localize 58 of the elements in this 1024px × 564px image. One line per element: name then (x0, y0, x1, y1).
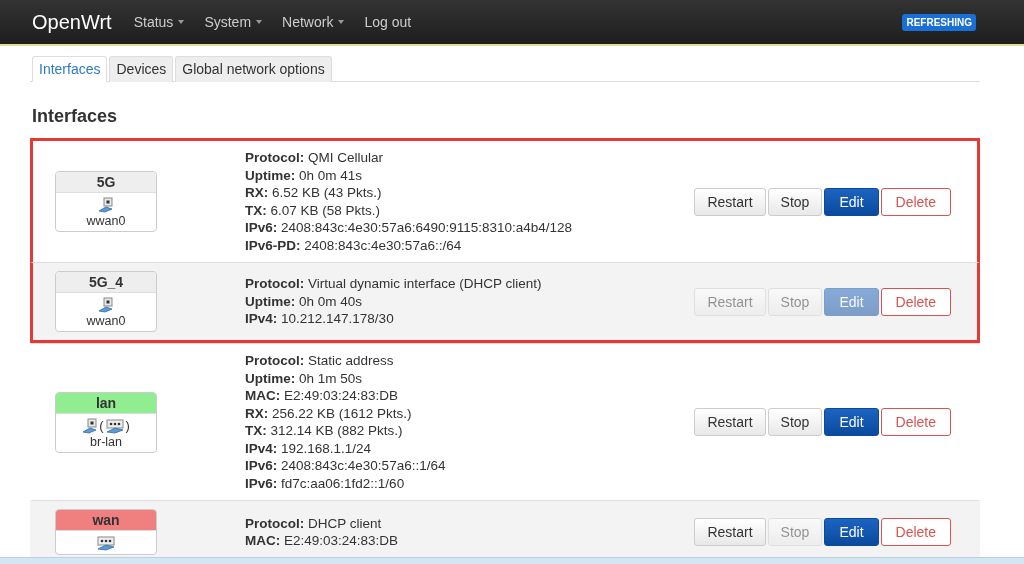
caret-icon (338, 20, 345, 24)
network-switch-icon (96, 535, 116, 551)
brand-logo[interactable]: OpenWrt (32, 10, 112, 34)
delete-button[interactable]: Delete (880, 287, 951, 316)
delete-button[interactable]: Delete (880, 518, 951, 546)
bracket: ) (125, 418, 130, 433)
interface-name: 5G_4 (56, 272, 156, 293)
status-badge: REFRESHING (902, 13, 976, 31)
interface-name: wan (56, 510, 156, 531)
detail-line: IPv4: 10.212.147.178/30 (245, 310, 395, 328)
bracket: ( (99, 418, 104, 433)
detail-line: IPv6: 2408:843c:4e30:57a6::1/64 (245, 457, 447, 475)
interface-name: lan (56, 392, 156, 414)
device-name: wwan0 (86, 214, 126, 228)
action-button[interactable]: Restart (694, 518, 766, 546)
section-heading: Interfaces (32, 106, 119, 127)
interface-name: 5G (56, 172, 156, 193)
detail-line: IPv6: 2408:843c:4e30:57a6:6490:9115:8310:a4b4/128 (245, 219, 574, 237)
nav-menu[interactable]: Log out (364, 14, 412, 30)
detail-line: IPv6-PD: 2408:843c:4e30:57a6::/64 (245, 236, 463, 254)
nav-menu[interactable]: Status (133, 14, 185, 30)
detail-line: TX: 6.07 KB (58 Pkts.) (245, 201, 382, 219)
detail-line: Protocol: Virtual dynamic interface (DHCP client) (245, 275, 543, 293)
action-button[interactable]: Restart (694, 408, 766, 436)
detail-line: Uptime: 0h 0m 40s (245, 292, 364, 311)
tab[interactable]: Interfaces (32, 56, 108, 82)
caret-icon (256, 20, 263, 24)
detail-line: Protocol: Static address (245, 352, 395, 370)
detail-line: RX: 6.52 KB (43 Pkts.) (245, 184, 383, 202)
detail-line: IPv4: 192.168.1.1/24 (245, 439, 373, 457)
action-button[interactable]: Restart (694, 187, 766, 216)
detail-line: MAC: E2:49:03:24:83:DB (245, 532, 400, 550)
detail-line: MAC: E2:49:03:24:83:DB (245, 387, 400, 405)
caret-icon (178, 20, 185, 24)
delete-button[interactable]: Delete (880, 187, 951, 216)
tab[interactable]: Devices (109, 56, 174, 82)
detail-line: Protocol: DHCP client (245, 514, 383, 532)
network-port-icon (98, 197, 114, 213)
detail-line: RX: 256.22 KB (1612 Pkts.) (245, 404, 413, 422)
nav-menu[interactable]: System (204, 14, 263, 30)
detail-line: IPv6: fd7c:aa06:1fd2::1/60 (245, 474, 406, 492)
nav-menu[interactable]: Network (282, 14, 345, 30)
action-button[interactable]: Stop (767, 408, 823, 436)
edit-button[interactable]: Edit (824, 408, 879, 436)
device-name: br-lan (90, 434, 122, 449)
detail-line: Uptime: 0h 0m 41s (245, 166, 364, 184)
action-button[interactable]: Stop (767, 187, 823, 216)
tab[interactable]: Global network options (175, 56, 332, 82)
network-port-icon (98, 297, 114, 313)
network-switch-icon (104, 417, 125, 434)
detail-line: TX: 312.14 KB (882 Pkts.) (245, 422, 404, 440)
network-port-icon (82, 417, 99, 434)
edit-button[interactable]: Edit (824, 518, 879, 546)
detail-line: Protocol: QMI Cellular (245, 149, 384, 167)
detail-line: Uptime: 0h 1m 50s (245, 369, 364, 387)
delete-button[interactable]: Delete (880, 408, 951, 436)
edit-button[interactable]: Edit (824, 187, 879, 216)
device-name: wwan0 (86, 314, 126, 328)
